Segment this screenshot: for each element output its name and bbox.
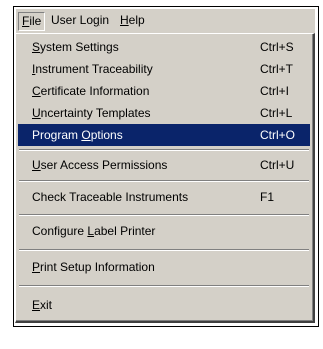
menu-help[interactable]: Help — [116, 12, 149, 29]
menu-separator — [19, 285, 309, 287]
menu-item-user-access-permissions[interactable]: User Access Permissions Ctrl+U — [18, 154, 310, 176]
menu-separator — [19, 180, 309, 182]
menu-separator — [19, 214, 309, 216]
menu-item-shortcut: F1 — [260, 190, 275, 204]
menu-item-shortcut: Ctrl+L — [260, 106, 293, 120]
menu-item-print-setup-information[interactable]: Print Setup Information — [18, 256, 310, 278]
screen: File User Login Help System Settings Ctr… — [0, 0, 323, 349]
menu-item-label: Exit — [32, 298, 53, 312]
file-dropdown-menu: System Settings Ctrl+S Instrument Tracea… — [15, 33, 315, 323]
menu-item-program-options[interactable]: Program Options Ctrl+O — [18, 124, 310, 146]
menu-item-uncertainty-templates[interactable]: Uncertainty Templates Ctrl+L — [18, 102, 310, 124]
menu-item-instrument-traceability[interactable]: Instrument Traceability Ctrl+T — [18, 58, 310, 80]
menu-item-configure-label-printer[interactable]: Configure Label Printer — [18, 220, 310, 242]
menu-item-label: Program Options — [32, 128, 123, 142]
menu-item-label: Uncertainty Templates — [32, 106, 151, 120]
menu-file[interactable]: File — [18, 12, 46, 31]
menu-item-label: System Settings — [32, 40, 119, 54]
menu-user-login[interactable]: User Login — [47, 12, 113, 29]
menu-item-label: Print Setup Information — [32, 260, 155, 274]
menu-item-label: Check Traceable Instruments — [32, 190, 189, 204]
menu-item-label: Configure Label Printer — [32, 224, 156, 238]
menu-item-shortcut: Ctrl+T — [260, 62, 293, 76]
menu-item-label: Instrument Traceability — [32, 62, 153, 76]
menu-item-check-traceable-instruments[interactable]: Check Traceable Instruments F1 — [18, 186, 310, 208]
menu-item-shortcut: Ctrl+I — [260, 84, 290, 98]
menu-item-shortcut: Ctrl+O — [260, 128, 296, 142]
menu-bar: File User Login Help — [15, 8, 315, 33]
menu-item-shortcut: Ctrl+U — [260, 158, 295, 172]
menu-separator — [19, 249, 309, 251]
menu-item-certificate-information[interactable]: Certificate Information Ctrl+I — [18, 80, 310, 102]
menu-item-shortcut: Ctrl+S — [260, 40, 294, 54]
menu-separator — [19, 149, 309, 151]
menu-item-exit[interactable]: Exit — [18, 294, 310, 316]
menu-item-label: Certificate Information — [32, 84, 150, 98]
menu-item-label: User Access Permissions — [32, 158, 168, 172]
menu-item-system-settings[interactable]: System Settings Ctrl+S — [18, 36, 310, 58]
